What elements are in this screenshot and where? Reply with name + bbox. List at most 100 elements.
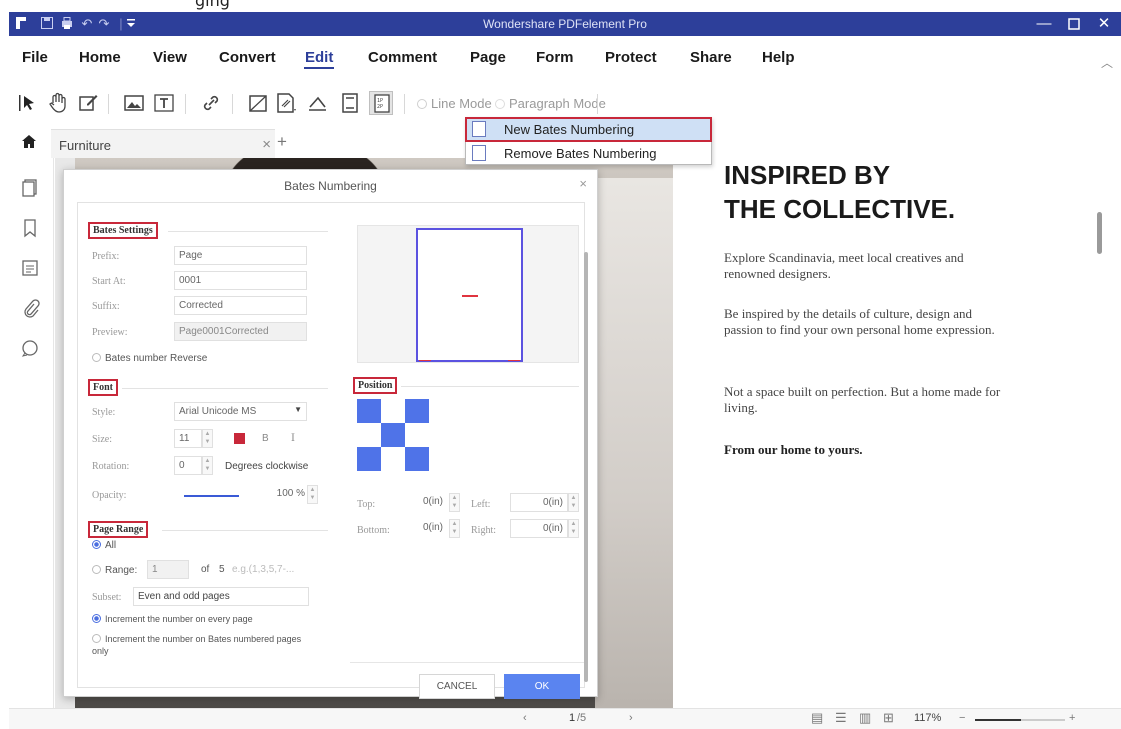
maximize-icon[interactable] (1063, 14, 1085, 34)
position-middle-right[interactable] (405, 423, 429, 447)
watermark-icon[interactable] (274, 91, 298, 115)
bookmark-icon[interactable] (20, 218, 40, 238)
opacity-slider[interactable] (184, 495, 239, 497)
two-page-view-icon[interactable]: ▥ (859, 710, 871, 726)
grid-view-icon[interactable]: ⊞ (883, 710, 894, 726)
select-cursor-icon[interactable] (16, 91, 40, 115)
increment-bates-radio[interactable]: Increment the number on Bates numbered p… (92, 633, 312, 657)
italic-button[interactable]: I (291, 433, 295, 444)
top-cropped-strip: ging (0, 0, 1121, 12)
tab-furniture[interactable]: Furniture × (51, 129, 275, 158)
subset-select[interactable]: Even and odd pages (133, 587, 309, 606)
menu-help[interactable]: Help (762, 49, 795, 66)
opacity-input[interactable]: 100 % (249, 485, 309, 504)
position-top-left[interactable] (357, 399, 381, 423)
crop-icon[interactable] (246, 91, 270, 115)
menu-protect[interactable]: Protect (605, 49, 657, 66)
position-bottom-right[interactable] (405, 447, 429, 471)
background-icon[interactable] (306, 91, 330, 115)
add-image-icon[interactable] (122, 91, 146, 115)
bottom-margin-input[interactable]: 0(in) (393, 519, 447, 538)
rotation-input[interactable]: 0 (174, 456, 202, 475)
hand-tool-icon[interactable] (46, 91, 70, 115)
right-margin-input[interactable]: 0(in) (510, 519, 568, 538)
prev-page-icon[interactable]: ‹ (523, 712, 527, 724)
menu-view[interactable]: View (153, 49, 187, 66)
menu-bar: File Home View Convert Edit Comment Page… (9, 36, 1121, 84)
add-text-icon[interactable] (152, 91, 176, 115)
menu-edit[interactable]: Edit (303, 49, 335, 69)
left-margin-input[interactable]: 0(in) (510, 493, 568, 512)
position-middle-center[interactable] (381, 423, 405, 447)
menu-comment[interactable]: Comment (368, 49, 437, 66)
dialog-close-icon[interactable]: × (579, 176, 587, 191)
start-at-input[interactable]: 0001 (174, 271, 307, 290)
prefix-input[interactable]: Page (174, 246, 307, 265)
increment-every-radio[interactable]: Increment the number on every page (92, 614, 253, 624)
font-style-select[interactable]: Arial Unicode MS ▼ (174, 402, 307, 421)
remove-bates-numbering-item[interactable]: Remove Bates Numbering (466, 142, 711, 165)
font-size-stepper[interactable]: ▲ ▼ (202, 429, 213, 448)
zoom-in-icon[interactable]: + (1069, 712, 1075, 724)
font-size-input[interactable]: 11 (174, 429, 202, 448)
position-top-right[interactable] (405, 399, 429, 423)
vertical-scrollbar[interactable] (1083, 158, 1119, 713)
single-page-view-icon[interactable]: ▤ (811, 710, 823, 726)
right-margin-stepper[interactable]: ▲ ▼ (568, 519, 579, 538)
suffix-input[interactable]: Corrected (174, 296, 307, 315)
line-mode-radio[interactable]: Line Mode (417, 96, 492, 111)
range-input[interactable]: 1 (147, 560, 189, 579)
dialog-scrollbar[interactable] (584, 252, 588, 682)
menu-page[interactable]: Page (470, 49, 506, 66)
home-icon[interactable] (21, 134, 37, 152)
left-margin-stepper[interactable]: ▲ ▼ (568, 493, 579, 512)
bates-reverse-checkbox[interactable]: Bates number Reverse (92, 353, 207, 364)
edit-object-icon[interactable] (76, 91, 100, 115)
opacity-stepper[interactable]: ▲ ▼ (307, 485, 318, 504)
menu-share[interactable]: Share (690, 49, 732, 66)
scrollbar-thumb[interactable] (1097, 212, 1102, 254)
range-all-radio[interactable]: All (92, 540, 116, 551)
position-top-center[interactable] (381, 399, 405, 423)
range-custom-radio[interactable]: Range: (92, 565, 137, 576)
minimize-icon[interactable]: — (1033, 14, 1055, 34)
position-middle-left[interactable] (357, 423, 381, 447)
position-grid[interactable] (357, 399, 429, 471)
comments-list-icon[interactable] (20, 258, 40, 278)
link-icon[interactable] (199, 91, 223, 115)
top-margin-stepper[interactable]: ▲ ▼ (449, 493, 460, 512)
paragraph-mode-radio[interactable]: Paragraph Mode (495, 96, 606, 111)
collapse-ribbon-icon[interactable]: ︿ (1101, 54, 1113, 71)
font-color-swatch[interactable] (234, 433, 245, 444)
ok-button[interactable]: OK (504, 674, 580, 699)
new-tab-icon[interactable]: + (277, 132, 287, 152)
header-footer-icon[interactable] (338, 91, 362, 115)
zoom-out-icon[interactable]: − (959, 712, 965, 724)
next-page-icon[interactable]: › (629, 712, 633, 724)
position-bottom-center[interactable] (381, 447, 405, 471)
menu-form[interactable]: Form (536, 49, 574, 66)
zoom-level[interactable]: 117% (914, 712, 941, 724)
thumbnails-icon[interactable] (20, 178, 40, 198)
status-bar: ‹ 1 /5 › ▤ ☰ ▥ ⊞ 117% − + (9, 708, 1121, 729)
bold-button[interactable]: B (262, 433, 269, 444)
attachment-icon[interactable] (20, 298, 40, 318)
comment-bubble-icon[interactable] (20, 338, 40, 358)
top-margin-input[interactable]: 0(in) (393, 493, 447, 512)
menu-file[interactable]: File (22, 49, 48, 66)
bottom-margin-stepper[interactable]: ▲ ▼ (449, 519, 460, 538)
rotation-stepper[interactable]: ▲ ▼ (202, 456, 213, 475)
bates-settings-heading: Bates Settings (88, 222, 158, 239)
bates-numbering-icon[interactable]: 1P 2P (369, 91, 393, 115)
close-icon[interactable]: ✕ (1093, 14, 1115, 34)
cancel-button[interactable]: CANCEL (419, 674, 495, 699)
section-divider (162, 530, 328, 531)
tab-close-icon[interactable]: × (262, 136, 271, 153)
zoom-slider[interactable] (975, 719, 1065, 721)
continuous-view-icon[interactable]: ☰ (835, 710, 847, 726)
position-bottom-left[interactable] (357, 447, 381, 471)
menu-convert[interactable]: Convert (219, 49, 276, 66)
menu-home[interactable]: Home (79, 49, 121, 66)
current-page[interactable]: 1 (569, 712, 575, 724)
new-bates-numbering-item[interactable]: New Bates Numbering (465, 117, 712, 142)
